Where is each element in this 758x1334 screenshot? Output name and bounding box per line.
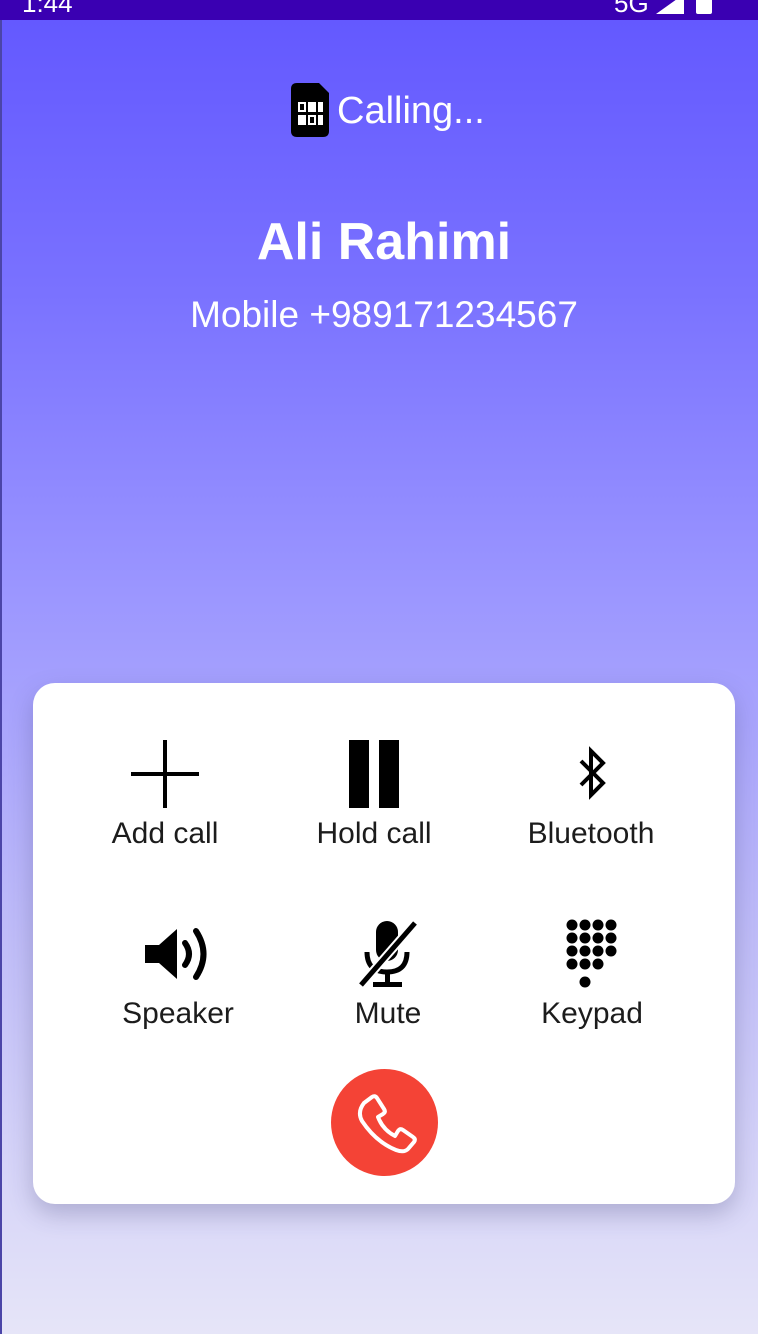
speaker-icon [145, 928, 207, 980]
end-call-button[interactable] [331, 1069, 438, 1176]
keypad-button[interactable]: Keypad [482, 919, 702, 1031]
bluetooth-button[interactable]: Bluetooth [481, 739, 701, 851]
status-time: 1:44 [22, 0, 73, 18]
add-call-button[interactable]: Add call [55, 739, 275, 851]
calling-label: Calling... [337, 89, 485, 132]
hold-call-label: Hold call [316, 817, 432, 850]
pause-icon [349, 740, 399, 808]
add-call-label: Add call [111, 817, 219, 850]
sim-card-icon [291, 83, 329, 137]
phone-icon [357, 1094, 417, 1154]
bluetooth-icon [579, 746, 606, 800]
contact-number: Mobile +989171234567 [190, 294, 578, 335]
bluetooth-label: Bluetooth [527, 817, 655, 850]
mute-button[interactable]: Mute [278, 919, 498, 1031]
speaker-label: Speaker [122, 997, 234, 1030]
status-bar: 1:44 5G [0, 0, 758, 20]
hold-call-button[interactable]: Hold call [264, 739, 484, 851]
speaker-button[interactable]: Speaker [68, 919, 288, 1031]
add-icon [131, 740, 199, 808]
dialpad-icon [566, 919, 617, 988]
contact-name: Ali Rahimi [256, 213, 512, 271]
keypad-label: Keypad [541, 997, 643, 1030]
microphone-off-icon [357, 920, 419, 988]
battery-icon [696, 0, 712, 14]
calling-status: Calling... [288, 82, 485, 138]
signal-icon [656, 0, 684, 14]
call-controls-card: Add call Hold call Bluetooth Speaker Mut… [33, 683, 735, 1204]
mute-label: Mute [354, 997, 422, 1030]
network-type: 5G [614, 0, 649, 18]
